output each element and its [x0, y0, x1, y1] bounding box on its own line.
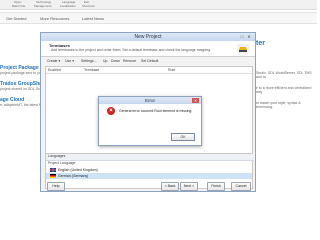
language-label: German (Germany): [58, 174, 89, 178]
help-button[interactable]: Help: [47, 182, 65, 191]
create-button[interactable]: Create ▾: [47, 59, 60, 63]
close-icon[interactable]: ✕: [192, 98, 199, 103]
wizard-header: Termbases Add termbases to the project a…: [41, 41, 255, 57]
bg-right-text-3: to match your style, syntax & terminolog: [256, 101, 301, 109]
maximize-icon[interactable]: □: [239, 34, 245, 39]
ribbon-localization[interactable]: Localization: [60, 4, 76, 8]
bg-right-text-1: Studio, SDL WorldServer, SDL TMS and m: [256, 71, 312, 79]
ribbon-management[interactable]: Management: [34, 4, 52, 8]
remove-button[interactable]: Remove: [123, 59, 136, 63]
app-top-ribbon: Open Technology Language Exit Batch File…: [0, 0, 317, 10]
ribbon-batchfile[interactable]: Batch File: [12, 4, 25, 8]
tab-get-started[interactable]: Get Started: [6, 16, 26, 21]
tab-more-resources[interactable]: More Resources: [40, 16, 69, 21]
bg-text-project-package: project package sent to yo: [0, 71, 41, 75]
termbase-icon: [237, 44, 249, 53]
german-flag-icon: [50, 174, 56, 178]
dialog-titlebar[interactable]: New Project □ ✕: [41, 33, 255, 41]
start-subnav: Get Started More Resources Latest News: [0, 12, 317, 24]
back-button[interactable]: < Back: [161, 182, 179, 191]
dialog-title: New Project: [134, 34, 162, 40]
bg-logo-text: ter: [256, 40, 265, 47]
up-button[interactable]: Up: [103, 59, 107, 63]
language-label: English (United Kingdom): [58, 168, 98, 172]
project-language-header[interactable]: Project Language: [48, 161, 75, 165]
grid-header-divider: [46, 73, 252, 74]
termbase-toolbar: Create ▾ Use ▾ Settings... Up Down Remov…: [45, 58, 251, 65]
cancel-button[interactable]: Cancel: [231, 182, 251, 191]
use-button[interactable]: Use ▾: [65, 59, 74, 63]
language-row[interactable]: German (Germany): [46, 173, 252, 179]
wizard-step-description: Add termbases to the project and order t…: [51, 48, 212, 52]
next-button[interactable]: Next >: [180, 182, 198, 191]
bg-right-text-2: e to a more efficient and centralized wa…: [256, 86, 312, 94]
bg-text-cloud: e, adaptiveMT, the latest M: [0, 103, 42, 107]
error-titlebar[interactable]: Error ✕: [99, 97, 201, 104]
ribbon-shortcuts[interactable]: Shortcuts: [82, 4, 95, 8]
languages-title: Languages: [46, 154, 254, 161]
bg-text-groupshare: project shared on SDL Gro: [0, 87, 42, 91]
error-title: Error: [145, 98, 155, 103]
grid-header-role[interactable]: Role: [168, 68, 175, 72]
ok-button[interactable]: OK: [171, 133, 195, 141]
error-icon: ×: [107, 107, 115, 115]
close-icon[interactable]: ✕: [246, 34, 252, 39]
settings-button[interactable]: Settings...: [81, 59, 97, 63]
tab-latest-news[interactable]: Latest News: [82, 16, 104, 21]
set-default-button[interactable]: Set Default: [141, 59, 158, 63]
down-button[interactable]: Down: [111, 59, 120, 63]
grid-header-enabled[interactable]: Enabled: [48, 68, 61, 72]
error-message: General error occured:Root element is mi…: [119, 109, 193, 113]
error-dialog: Error ✕ × General error occured:Root ele…: [98, 96, 202, 146]
grid-header-termbase[interactable]: Termbase: [84, 68, 99, 72]
finish-button[interactable]: Finish: [207, 182, 225, 191]
uk-flag-icon: [50, 168, 56, 172]
